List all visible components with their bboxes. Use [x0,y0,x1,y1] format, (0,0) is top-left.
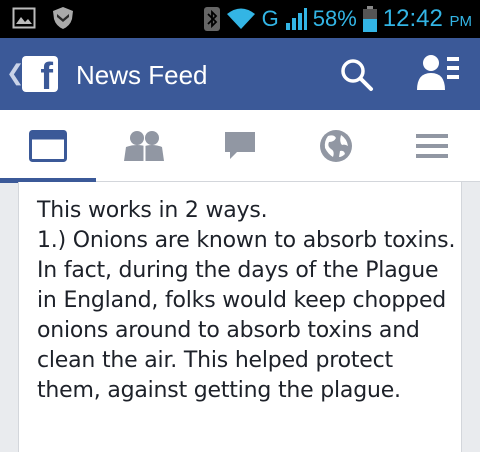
shield-icon [53,7,73,29]
clock: 12:42 PM [382,5,472,32]
tab-messages[interactable] [192,110,288,182]
facebook-logo[interactable]: f [22,56,58,96]
menu-icon [416,134,448,158]
friends-icon [124,131,164,161]
signal-icon [285,8,307,30]
battery-percent: 58% [312,6,357,31]
status-bar: G 58% 12:42 PM [0,0,480,38]
tab-more[interactable] [384,110,480,182]
app-bar: ❮ f News Feed [0,38,480,110]
search-icon[interactable] [338,56,374,92]
friend-requests-icon[interactable] [416,54,460,92]
tab-bar [0,110,480,183]
page-title: News Feed [76,60,208,90]
image-icon [12,7,36,29]
battery-icon [362,6,377,32]
network-type: G [261,6,279,31]
post-text: This works in 2 ways. 1.) Onions are kno… [37,198,456,403]
wifi-icon [226,8,255,29]
news-feed-icon [29,130,67,162]
tab-notifications[interactable] [288,110,384,182]
chat-icon [225,132,255,159]
tab-friends[interactable] [96,110,192,182]
bluetooth-icon [203,7,220,31]
post-card: This works in 2 ways. 1.) Onions are kno… [18,182,462,452]
tab-news-feed[interactable] [0,110,96,183]
globe-icon [320,130,352,162]
